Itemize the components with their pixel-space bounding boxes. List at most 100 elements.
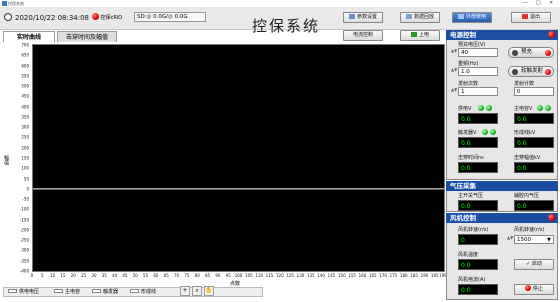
spinner-icon[interactable]: ▲▼	[451, 68, 457, 76]
waveform-plot[interactable]	[32, 44, 445, 272]
exit-button[interactable]: 退出	[511, 12, 551, 23]
fan-start-label: 启动	[531, 261, 542, 267]
aux-pressure-label: 辅腔内气压	[514, 193, 540, 199]
soft-trigger-label: 软触发射	[521, 68, 544, 74]
x-tick-label: 170	[379, 273, 387, 278]
x-tick-label: 75	[184, 273, 190, 278]
spinner-icon[interactable]: ▲▼	[507, 236, 513, 244]
y-tick-label: 550	[21, 73, 29, 79]
legend-item[interactable]: 触发器	[92, 288, 118, 296]
fan-current-label: 风机电流(A)	[458, 277, 486, 283]
x-tick-label: 30	[91, 273, 97, 278]
y-tick-label: -400	[19, 268, 29, 274]
external-icon	[457, 14, 464, 19]
x-tick-label: 120	[276, 273, 284, 278]
x-tick-label: 160	[358, 273, 367, 278]
x-tick-label: 95	[225, 273, 231, 278]
supply-voltage-label: 供电V	[458, 106, 472, 112]
controller-label: 控保cRIO	[100, 15, 123, 21]
tab-breakdown-time[interactable]: 击穿时间及幅值	[57, 31, 117, 42]
datetime-text: 2020/10/22 08:34:08	[15, 14, 90, 22]
external-use-button[interactable]: 外部使用	[452, 12, 492, 23]
charge-voltage-input[interactable]: ▲▼ 40	[451, 48, 498, 57]
fan-temp-display: 0.0	[458, 259, 498, 270]
dropdown-icon: ▼	[547, 237, 551, 243]
x-tick-label: 15	[60, 273, 66, 278]
legend-item[interactable]: 供电电压	[8, 288, 39, 296]
fan-speed-set-label: 风机转速(r/s)	[514, 227, 545, 233]
waveform-svg	[33, 188, 444, 190]
soft-trigger-led	[545, 69, 551, 75]
x-tick-label: 145	[327, 273, 336, 278]
playback-icon	[405, 14, 412, 19]
spinner-icon[interactable]: ▲▼	[451, 49, 457, 57]
exit-label: 退出	[529, 14, 540, 20]
main-switch-pressure-display: 0.0	[458, 200, 498, 211]
zoom-tool-icon[interactable]: ⌕	[192, 286, 202, 296]
power-control-button[interactable]: 电流控制	[343, 30, 383, 41]
datetime-display: 2020/10/22 08:34:08	[4, 13, 89, 22]
pan-tool-icon[interactable]: ✋	[204, 286, 214, 296]
sd-used: 0.0G	[153, 14, 167, 20]
maximize-button[interactable]: □	[536, 0, 541, 7]
count-value: 1	[461, 89, 465, 95]
x-tick-label: 45	[122, 273, 128, 278]
pfl-label: 形成线kV	[514, 130, 536, 136]
disk-icon: ◎	[146, 14, 152, 20]
count-input[interactable]: ▲▼ 1	[451, 87, 498, 96]
trigger-voltage-led	[482, 129, 488, 135]
legend-swatch	[130, 289, 139, 293]
spinner-icon[interactable]: ▲▼	[451, 88, 457, 96]
fan-current-display: 0.0	[458, 284, 498, 295]
legend-item[interactable]: 主电容	[54, 288, 80, 296]
cursor-tool-icon[interactable]: +	[180, 286, 190, 296]
power-status-led	[548, 31, 555, 38]
x-tick-label: 175	[389, 273, 398, 278]
disk-icon: ◎	[168, 14, 173, 20]
close-button[interactable]: ✕	[549, 0, 553, 7]
supply-voltage-led-2	[486, 105, 492, 111]
charge-voltage-label: 预充电压(V)	[458, 42, 486, 48]
fan-speed-set-input[interactable]: ▲▼ 1500 ▼	[507, 235, 554, 244]
x-tick-label: 20	[70, 273, 76, 278]
fan-speed-set-value: 1500	[517, 237, 531, 243]
pfl-display: 0.0	[514, 137, 554, 148]
x-tick-label: 115	[265, 273, 274, 278]
precharge-button[interactable]: 预充	[508, 47, 554, 58]
x-tick-label: 140	[317, 273, 325, 278]
fan-speed-label: 风机转速(r/s)	[458, 227, 489, 233]
x-tick-label: 110	[255, 273, 263, 278]
aux-pressure-display: 0.0	[514, 200, 554, 211]
y-tick-label: 200	[21, 145, 29, 151]
x-tick-label: 10	[50, 273, 56, 278]
supply-voltage-led	[478, 105, 484, 111]
x-axis-ticks: 0 5 10 15 20 25 30 35 40 45 50 55 60 65 70 75 80 85 90 95 10…	[30, 273, 447, 279]
charge-voltage-value: 40	[461, 50, 468, 56]
x-tick-label: 35	[101, 273, 107, 278]
minimize-button[interactable]: —	[523, 0, 528, 7]
power-on-button[interactable]: 上电	[400, 30, 440, 41]
x-tick-label: 185	[410, 273, 418, 278]
tab-realtime-curve[interactable]: 实时曲线	[3, 31, 55, 42]
y-tick-label: 400	[21, 104, 29, 110]
y-tick-label: 300	[21, 124, 29, 130]
fan-stop-button[interactable]: 停止	[514, 284, 554, 295]
freq-input[interactable]: ▲▼ 1.0	[451, 67, 498, 76]
legend-item[interactable]: 形成线	[130, 288, 156, 296]
legend-label: 触发器	[103, 289, 119, 295]
soft-trigger-button[interactable]: 软触发射	[508, 66, 554, 77]
data-playback-button[interactable]: 数据回放	[400, 12, 440, 23]
y-tick-label: 250	[21, 134, 29, 140]
controller-status-led	[92, 13, 99, 20]
y-tick-label: 600	[21, 63, 29, 69]
x-tick-label: 150	[337, 273, 346, 278]
check-icon: ✔	[526, 261, 531, 267]
fan-start-button[interactable]: ✔ 启动	[514, 259, 554, 270]
data-playback-label: 数据回放	[413, 14, 434, 20]
x-tick-label: 0	[30, 273, 34, 278]
x-tick-label: 25	[81, 273, 87, 278]
app-icon	[2, 1, 7, 6]
y-tick-label: 700	[21, 42, 29, 48]
x-tick-label: 130	[296, 273, 305, 278]
param-settings-button[interactable]: 参数设置	[343, 12, 383, 23]
